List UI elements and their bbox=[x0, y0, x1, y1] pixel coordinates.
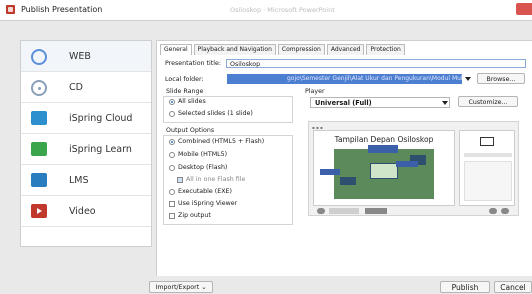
selected-slides-radio[interactable]: Selected slides (1 slide) bbox=[169, 109, 253, 118]
window-title: Publish Presentation bbox=[21, 5, 103, 14]
executable-output-radio[interactable]: Executable (EXE) bbox=[169, 187, 232, 196]
slide-range-label: Slide Range bbox=[166, 88, 204, 95]
player-select[interactable]: Universal (Full) bbox=[310, 97, 450, 108]
import-export-label: Import/Export bbox=[155, 284, 200, 291]
desktop-output-radio[interactable]: Desktop (Flash) bbox=[169, 163, 227, 172]
use-viewer-checkbox[interactable]: Use iSpring Viewer bbox=[169, 199, 237, 208]
all-in-one-flash-label: All in one Flash file bbox=[186, 176, 246, 183]
radio-selected-icon bbox=[169, 138, 175, 145]
publish-button[interactable]: Publish bbox=[440, 281, 490, 293]
callout-shape bbox=[396, 161, 418, 167]
tab-playback-navigation[interactable]: Playback and Navigation bbox=[193, 44, 276, 55]
globe-icon bbox=[31, 49, 47, 65]
sidebar-item-ispring-learn[interactable]: iSpring Learn bbox=[21, 134, 151, 165]
radio-icon bbox=[169, 151, 175, 158]
preview-progress bbox=[329, 208, 359, 214]
close-button[interactable] bbox=[516, 3, 532, 15]
preview-slide-title: Tampilan Depan Osiloskop bbox=[334, 135, 434, 144]
settings-panel: General Playback and Navigation Compress… bbox=[156, 40, 532, 278]
tab-protection[interactable]: Protection bbox=[366, 44, 405, 55]
lms-icon bbox=[31, 173, 47, 187]
oscilloscope-image bbox=[334, 149, 434, 199]
customize-button[interactable]: Customize... bbox=[458, 96, 518, 107]
local-folder-input[interactable]: gojo\Semester Genjil\Alat Ukur dan Pengu… bbox=[227, 74, 462, 84]
radio-icon bbox=[169, 110, 175, 117]
checkbox-icon bbox=[177, 176, 183, 183]
sidebar-item-label: Video bbox=[69, 206, 96, 217]
preview-sidebar bbox=[459, 130, 515, 206]
checkbox-icon bbox=[169, 212, 175, 219]
preview-next-icon bbox=[501, 208, 509, 214]
sidebar-item-label: iSpring Learn bbox=[69, 144, 132, 155]
radio-icon bbox=[169, 164, 175, 171]
callout-shape bbox=[368, 145, 398, 153]
sidebar-item-cd[interactable]: CD bbox=[21, 72, 151, 103]
chip-shape bbox=[340, 177, 356, 185]
screen-shape bbox=[370, 163, 398, 179]
tab-advanced[interactable]: Advanced bbox=[326, 44, 365, 55]
presentation-title-label: Presentation title: bbox=[165, 60, 221, 67]
learn-icon bbox=[31, 142, 47, 156]
zip-output-checkbox[interactable]: Zip output bbox=[169, 211, 211, 220]
preview-prev-icon bbox=[489, 208, 497, 214]
checkbox-icon bbox=[169, 200, 175, 207]
cancel-button[interactable]: Cancel bbox=[494, 281, 532, 293]
sidebar-item-web[interactable]: WEB bbox=[21, 41, 151, 72]
cloud-icon bbox=[31, 111, 47, 125]
combined-output-radio[interactable]: Combined (HTML5 + Flash) bbox=[169, 137, 264, 146]
use-viewer-label: Use iSpring Viewer bbox=[178, 200, 238, 207]
sidebar-item-label: LMS bbox=[69, 175, 89, 186]
zip-output-label: Zip output bbox=[178, 212, 211, 219]
presentation-title-input[interactable]: Osiloskop bbox=[226, 59, 526, 68]
folder-dropdown-icon[interactable] bbox=[465, 77, 471, 81]
chevron-down-icon bbox=[442, 101, 448, 105]
import-export-button[interactable]: Import/Export ⌄ bbox=[149, 281, 213, 293]
cd-icon bbox=[31, 80, 47, 96]
all-slides-label: All slides bbox=[178, 98, 206, 105]
sidebar-item-label: WEB bbox=[69, 51, 91, 62]
player-label: Player bbox=[305, 88, 325, 95]
radio-selected-icon bbox=[169, 98, 175, 105]
combined-output-label: Combined (HTML5 + Flash) bbox=[178, 138, 265, 145]
sidebar-item-lms[interactable]: LMS bbox=[21, 165, 151, 196]
radio-icon bbox=[169, 188, 175, 195]
sidebar-item-ispring-cloud[interactable]: iSpring Cloud bbox=[21, 103, 151, 134]
chevron-down-icon: ⌄ bbox=[201, 284, 207, 291]
mobile-output-label: Mobile (HTML5) bbox=[178, 151, 228, 158]
sidebar-item-label: CD bbox=[69, 82, 83, 93]
callout-shape bbox=[320, 169, 340, 175]
preview-nav bbox=[365, 208, 387, 214]
selected-slides-label: Selected slides (1 slide) bbox=[178, 110, 253, 117]
local-folder-label: Local folder: bbox=[165, 76, 204, 83]
footer-bar: Import/Export ⌄ Publish Cancel bbox=[0, 276, 532, 294]
output-options-label: Output Options bbox=[166, 127, 215, 134]
desktop-output-label: Desktop (Flash) bbox=[178, 164, 228, 171]
sidebar-item-video[interactable]: Video bbox=[21, 196, 151, 227]
presenter-icon bbox=[480, 137, 494, 146]
executable-output-label: Executable (EXE) bbox=[178, 188, 232, 195]
sidebar-item-label: iSpring Cloud bbox=[69, 113, 133, 124]
preview-play-icon bbox=[317, 208, 325, 214]
video-icon bbox=[31, 204, 47, 218]
publish-target-sidebar: WEB CD iSpring Cloud iSpring Learn LMS V… bbox=[20, 40, 152, 247]
all-in-one-flash-checkbox[interactable]: All in one Flash file bbox=[177, 175, 245, 184]
outline-bar bbox=[464, 153, 512, 157]
app-icon bbox=[6, 5, 15, 14]
all-slides-radio[interactable]: All slides bbox=[169, 97, 206, 106]
preview-slide: Tampilan Depan Osiloskop bbox=[313, 130, 455, 206]
tab-general[interactable]: General bbox=[160, 44, 192, 55]
player-preview: ▪ ▪ ▪ Tampilan Depan Osiloskop bbox=[308, 121, 519, 216]
browse-button[interactable]: Browse... bbox=[477, 73, 525, 84]
title-bar: Publish Presentation Osiloskop · Microso… bbox=[0, 0, 532, 21]
tab-bar: General Playback and Navigation Compress… bbox=[160, 44, 407, 55]
mobile-output-radio[interactable]: Mobile (HTML5) bbox=[169, 150, 227, 159]
tab-compression[interactable]: Compression bbox=[277, 44, 325, 55]
background-window-title: Osiloskop · Microsoft PowerPoint bbox=[230, 6, 335, 14]
outline-panel bbox=[464, 161, 512, 201]
